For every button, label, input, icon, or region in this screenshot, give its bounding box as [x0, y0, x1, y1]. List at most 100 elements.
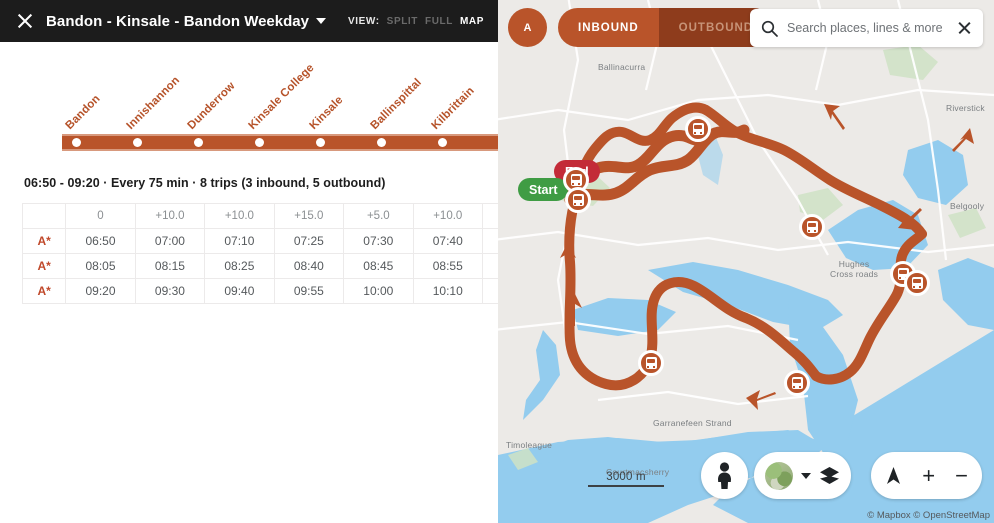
departure-time-cell: 07:53	[482, 229, 498, 254]
direction-badge[interactable]: A	[508, 8, 547, 47]
departure-time-cell: 07:30	[344, 229, 413, 254]
departure-time-cell: 08:25	[205, 254, 274, 279]
route-stop-label: Ballinspittal	[369, 77, 424, 132]
bus-stop-marker[interactable]	[799, 214, 825, 240]
map-attribution: © Mapbox © OpenStreetMap	[867, 510, 990, 521]
route-stop-label: Bandon	[64, 93, 103, 132]
view-option-map[interactable]: MAP	[460, 16, 484, 27]
map-scale: 3000 m	[588, 471, 664, 487]
map-scale-line	[588, 485, 664, 487]
timetable-offset-header: +15.0	[274, 204, 343, 229]
bus-stop-marker[interactable]	[565, 187, 591, 213]
bus-icon	[807, 221, 818, 233]
departure-time-cell: 08:40	[274, 254, 343, 279]
search-box[interactable]	[750, 9, 983, 47]
bus-icon	[571, 174, 582, 186]
departure-time-cell: 07:25	[274, 229, 343, 254]
table-row[interactable]: A*06:5007:0007:1007:2507:3007:4007:5308	[23, 229, 499, 254]
departure-time-cell: 08:55	[413, 254, 482, 279]
bus-stop-marker[interactable]	[904, 270, 930, 296]
bus-stop-marker[interactable]	[638, 350, 664, 376]
timetable-corner-cell	[23, 204, 66, 229]
timetable-offset-header: 0	[66, 204, 135, 229]
route-stop-dot[interactable]	[255, 138, 264, 147]
departure-time-cell: 07:40	[413, 229, 482, 254]
map-canvas	[498, 0, 994, 523]
search-input[interactable]	[787, 21, 948, 35]
view-option-split[interactable]: SPLIT	[387, 16, 418, 27]
zoom-out-button[interactable]: −	[955, 465, 968, 487]
departure-time-cell: 06:50	[66, 229, 135, 254]
departure-time-cell: 09:40	[205, 279, 274, 304]
direction-option-inbound[interactable]: INBOUND	[558, 8, 659, 47]
route-stop-dot[interactable]	[194, 138, 203, 147]
departure-time-cell: 07:10	[205, 229, 274, 254]
bus-icon	[693, 123, 704, 135]
route-stop-label: Dunderrow	[186, 80, 238, 132]
bus-icon	[646, 357, 657, 369]
departure-time-cell: 09:20	[66, 279, 135, 304]
clear-search-icon[interactable]	[957, 21, 972, 36]
close-icon[interactable]	[14, 10, 36, 32]
zoom-in-button[interactable]: +	[922, 465, 935, 487]
route-line-bar	[62, 134, 498, 151]
departure-time-cell: 08:45	[344, 254, 413, 279]
day-filter-dropdown[interactable]: Weekday	[244, 13, 326, 30]
satellite-thumbnail-icon[interactable]	[765, 462, 793, 490]
compass-icon[interactable]	[885, 466, 902, 486]
view-option-full[interactable]: FULL	[425, 16, 453, 27]
panel-header: Bandon - Kinsale - Bandon Weekday VIEW: …	[0, 0, 498, 42]
map-scale-label: 3000 m	[588, 471, 664, 483]
departure-time-cell: 09:30	[135, 279, 204, 304]
trip-code-cell: A*	[23, 279, 66, 304]
route-stop-dot[interactable]	[316, 138, 325, 147]
chevron-down-icon[interactable]	[801, 473, 811, 479]
departure-time-cell: 10:23	[482, 279, 498, 304]
timetable-offset-header: +10.0	[413, 204, 482, 229]
route-stop-dot[interactable]	[72, 138, 81, 147]
route-stop-label: Kinsale	[308, 94, 346, 132]
page-title: Bandon - Kinsale - Bandon	[46, 13, 240, 30]
timetable-header-row: 0+10.0+10.0+15.0+5.0+10.0+13.0+1	[23, 204, 499, 229]
table-row[interactable]: A*09:2009:3009:4009:5510:0010:1010:2310	[23, 279, 499, 304]
bus-icon	[912, 277, 923, 289]
timetable-body: A*06:5007:0007:1007:2507:3007:4007:5308A…	[23, 229, 499, 304]
basemap-layers-group[interactable]	[754, 452, 851, 499]
pegman-glyph	[715, 462, 734, 490]
timetable-offset-header: +13.0	[482, 204, 498, 229]
timetable-head: 0+10.0+10.0+15.0+5.0+10.0+13.0+1	[23, 204, 499, 229]
departure-time-cell: 10:00	[344, 279, 413, 304]
bus-icon	[573, 194, 584, 206]
route-start-pill[interactable]: Start	[518, 178, 568, 201]
departure-time-cell: 07:00	[135, 229, 204, 254]
trip-code-cell: A*	[23, 229, 66, 254]
view-mode-label: VIEW:	[348, 16, 380, 27]
bus-stop-marker[interactable]	[685, 116, 711, 142]
timetable-offset-header: +10.0	[205, 204, 274, 229]
route-stop-label: Innishannon	[125, 74, 183, 132]
bus-stop-marker[interactable]	[784, 370, 810, 396]
stop-label-group: Bandon InnishannonDunderrowKinsale Colleg…	[0, 44, 498, 132]
route-stop-dot[interactable]	[438, 138, 447, 147]
schedule-summary: 06:50 - 09:20 · Every 75 min · 8 trips (…	[24, 176, 498, 190]
map-zoom-group[interactable]: + −	[871, 452, 982, 499]
layers-icon[interactable]	[819, 465, 840, 486]
route-stop-diagram: Bandon InnishannonDunderrowKinsale Colleg…	[0, 44, 498, 162]
map-direction-toolbar: A INBOUND OUTBOUND	[508, 8, 773, 47]
route-stop-label: Kinsale College	[247, 62, 317, 132]
departure-time-cell: 10:10	[413, 279, 482, 304]
table-row[interactable]: A*08:0508:1508:2508:4008:4508:5509:0809	[23, 254, 499, 279]
route-stop-dot[interactable]	[377, 138, 386, 147]
departure-time-cell: 08:05	[66, 254, 135, 279]
departure-time-cell: 08:15	[135, 254, 204, 279]
street-view-icon[interactable]	[701, 452, 748, 499]
timetable-container: 0+10.0+10.0+15.0+5.0+10.0+13.0+1 A*06:50…	[22, 203, 498, 304]
map-panel[interactable]: BallinhassigBallinacurraRiverstickBelgoo…	[498, 0, 994, 523]
timetable-offset-header: +5.0	[344, 204, 413, 229]
route-stop-dot[interactable]	[133, 138, 142, 147]
route-stop-label: Kilbrittain	[430, 85, 477, 132]
direction-toggle[interactable]: INBOUND OUTBOUND	[558, 8, 773, 47]
search-icon	[761, 20, 778, 37]
trip-code-cell: A*	[23, 254, 66, 279]
chevron-down-icon	[316, 18, 326, 24]
